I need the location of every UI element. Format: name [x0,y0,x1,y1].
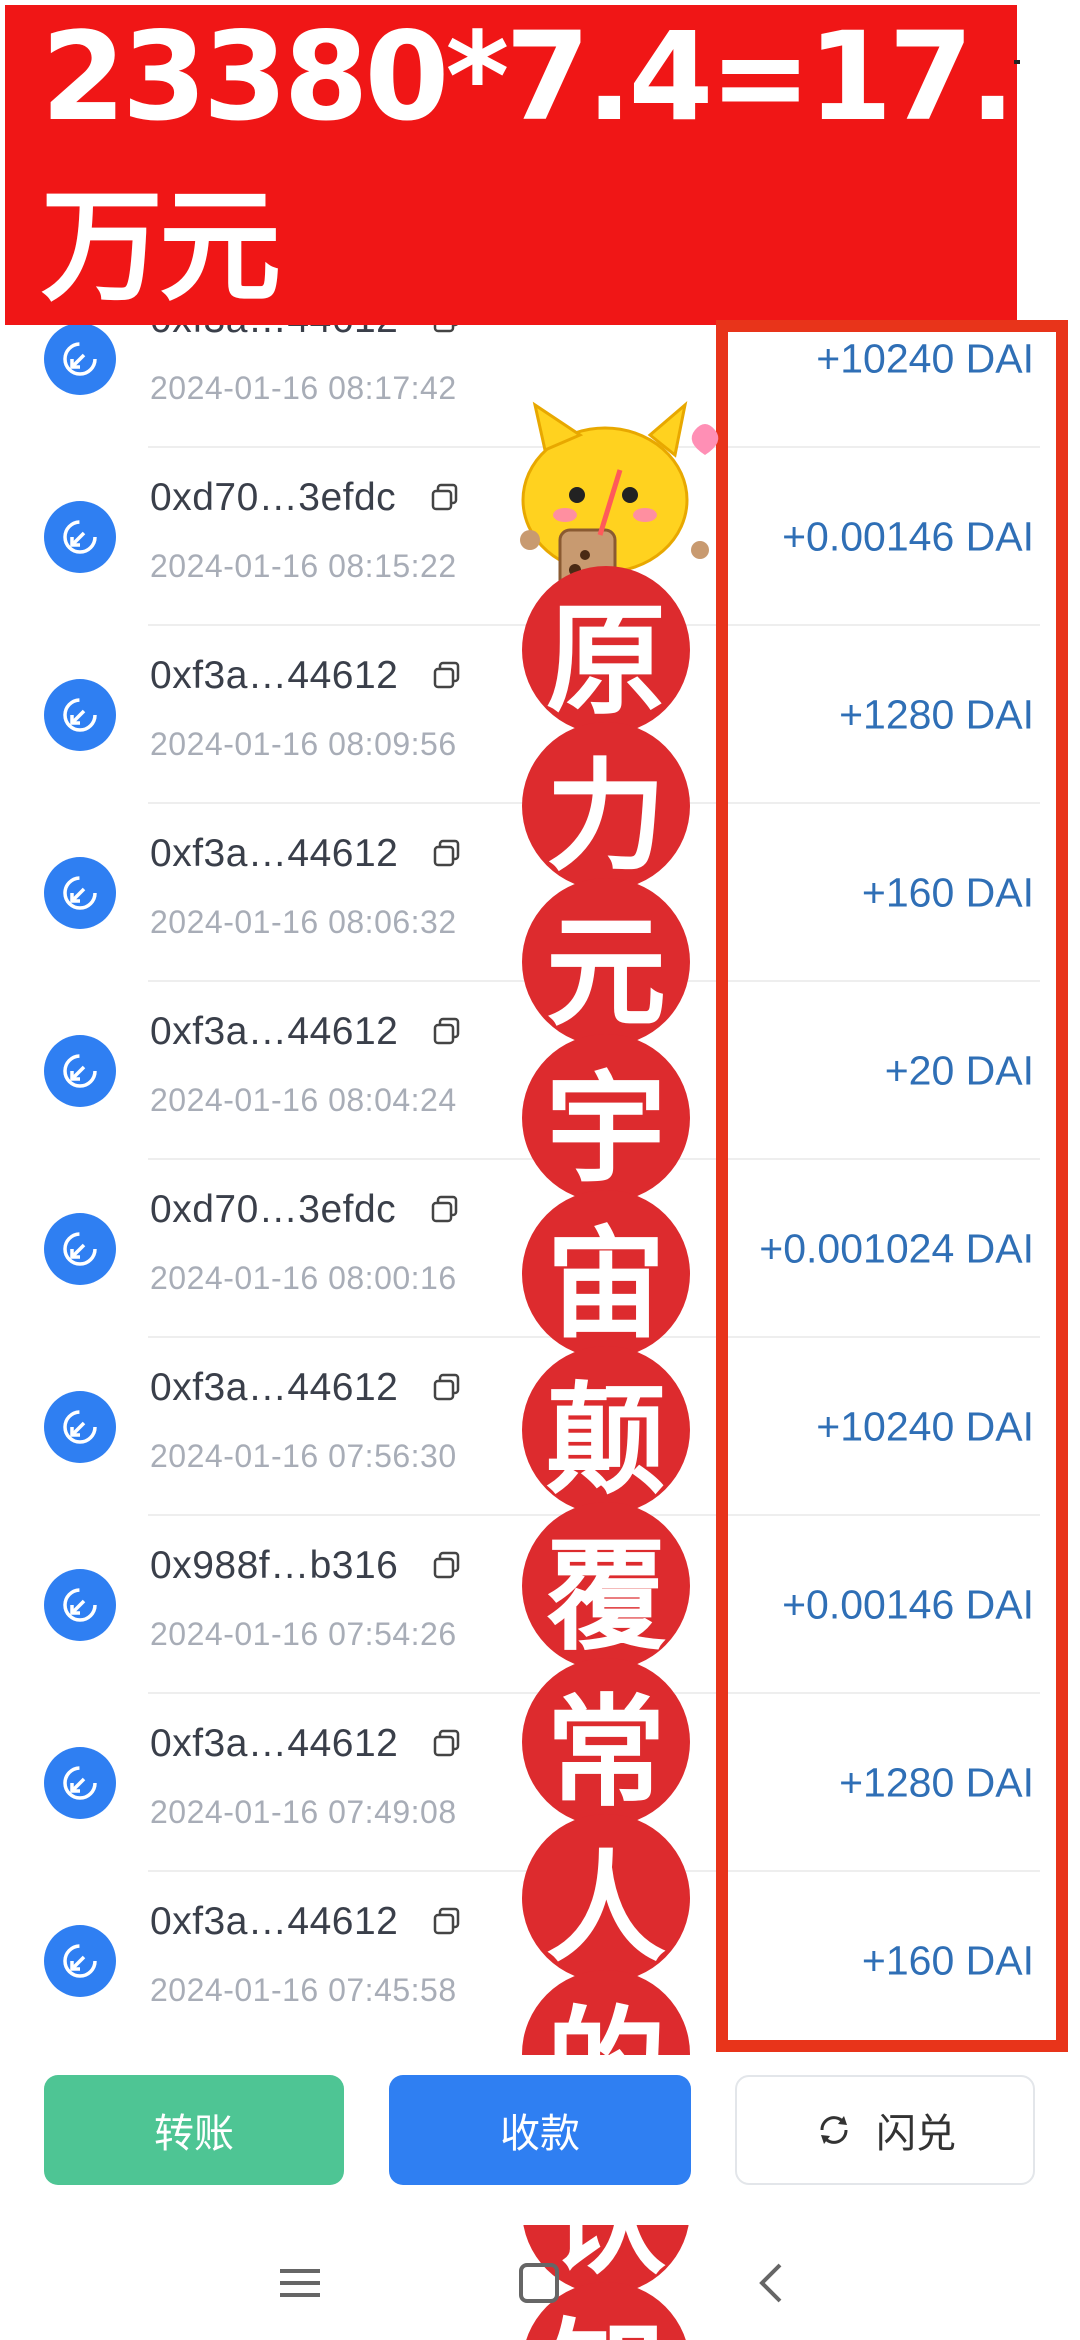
home-icon[interactable] [509,2253,569,2313]
tx-address-wrap: 0xf3a…44612 [150,832,462,876]
swap-icon [820,2116,848,2144]
tx-amount: +10240 DAI [816,1403,1034,1450]
tx-address: 0x988f…b316 [150,1544,399,1587]
transfer-label: 转账 [154,2112,234,2156]
swap-label: 闪兑 [876,2112,956,2156]
tx-time: 2024-01-16 08:00:16 [150,1260,457,1296]
tx-time: 2024-01-16 07:56:30 [150,1438,457,1474]
receive-arrow-icon [44,323,116,395]
slogan-char: 人 [522,1814,690,1982]
copy-icon[interactable] [432,1017,462,1047]
receive-arrow-icon [44,501,116,573]
menu-icon[interactable] [270,2253,330,2313]
copy-icon[interactable] [432,1373,462,1403]
copy-icon[interactable] [432,661,462,691]
tx-address: 0xd70…3efdc [150,476,397,519]
receive-arrow-icon [44,679,116,751]
receive-arrow-icon [44,1035,116,1107]
tx-amount: +0.00146 DAI [782,1581,1034,1628]
tx-address: 0xf3a…44612 [150,1722,399,1765]
tx-amount: +1280 DAI [839,1759,1034,1806]
status-dot [1014,60,1020,64]
tx-address: 0xf3a…44612 [150,1900,399,1943]
receive-arrow-icon [44,857,116,929]
copy-icon[interactable] [432,1729,462,1759]
slogan-char: 颠 [522,1346,690,1514]
receive-button[interactable]: 收款 [389,2075,691,2185]
tx-amount: +20 DAI [884,1047,1034,1094]
tx-address: 0xf3a…44612 [150,654,399,697]
tx-address-wrap: 0xf3a…44612 [150,1900,462,1944]
tx-time: 2024-01-16 08:09:56 [150,726,457,762]
receive-arrow-icon [44,1925,116,1997]
slogan-char: 覆 [522,1502,690,1670]
transfer-button[interactable]: 转账 [44,2075,344,2185]
system-nav-bar [0,2225,1080,2340]
slogan-char: 力 [522,722,690,890]
banner-text: 23380*7.4=17.3万元 [41,5,1080,318]
tx-amount: +160 DAI [861,869,1034,916]
headline-banner: 23380*7.4=17.3万元 [5,5,1080,325]
tx-amount: +160 DAI [861,1937,1034,1984]
tx-time: 2024-01-16 07:49:08 [150,1794,457,1830]
copy-icon[interactable] [432,839,462,869]
back-icon[interactable] [742,2253,802,2313]
slogan-char: 宇 [522,1034,690,1202]
tx-time: 2024-01-16 08:17:42 [150,370,457,406]
tx-address: 0xd70…3efdc [150,1188,397,1231]
slogan-char: 原 [522,566,690,734]
swap-button[interactable]: 闪兑 [735,2075,1035,2185]
receive-arrow-icon [44,1747,116,1819]
tx-address-wrap: 0xd70…3efdc [150,1188,460,1232]
tx-time: 2024-01-16 08:04:24 [150,1082,457,1118]
tx-address-wrap: 0xd70…3efdc [150,476,460,520]
receive-arrow-icon [44,1213,116,1285]
tx-time: 2024-01-16 08:15:22 [150,548,457,584]
tx-amount: +0.00146 DAI [782,513,1034,560]
tx-amount: +10240 DAI [816,335,1034,382]
tx-address: 0xf3a…44612 [150,832,399,875]
tx-amount: +1280 DAI [839,691,1034,738]
slogan-char: 常 [522,1658,690,1826]
receive-label: 收款 [500,2112,580,2156]
receive-arrow-icon [44,1391,116,1463]
tx-time: 2024-01-16 07:45:58 [150,1972,457,2008]
tx-address-wrap: 0xf3a…44612 [150,1722,462,1766]
copy-icon[interactable] [432,1551,462,1581]
tx-address-wrap: 0x988f…b316 [150,1544,462,1588]
tx-address: 0xf3a…44612 [150,1366,399,1409]
copy-icon[interactable] [430,1195,460,1225]
slogan-char: 宙 [522,1190,690,1358]
receive-arrow-icon [44,1569,116,1641]
tx-time: 2024-01-16 07:54:26 [150,1616,457,1652]
tx-amount: +0.001024 DAI [759,1225,1034,1272]
slogan-char: 元 [522,878,690,1046]
tx-address-wrap: 0xf3a…44612 [150,1010,462,1054]
tx-address-wrap: 0xf3a…44612 [150,654,462,698]
copy-icon[interactable] [432,1907,462,1937]
tx-address-wrap: 0xf3a…44612 [150,1366,462,1410]
action-bar: 转账 收款 闪兑 [0,2055,1080,2225]
tx-address: 0xf3a…44612 [150,1010,399,1053]
tx-time: 2024-01-16 08:06:32 [150,904,457,940]
copy-icon[interactable] [430,483,460,513]
